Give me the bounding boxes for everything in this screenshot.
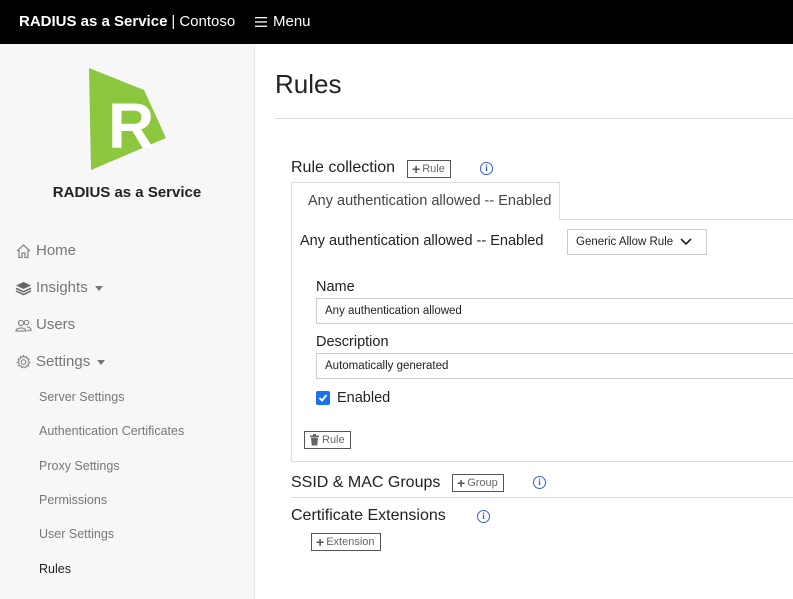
enabled-label[interactable]: Enabled	[337, 390, 390, 406]
settings-item-server-settings[interactable]: Server Settings	[39, 390, 124, 404]
home-icon	[16, 243, 31, 258]
menu-label: Menu	[273, 13, 311, 30]
nav-settings-label: Settings	[36, 353, 91, 370]
trash-icon	[310, 434, 319, 446]
delete-rule-button[interactable]: Rule	[304, 431, 351, 449]
delete-rule-label: Rule	[322, 434, 345, 446]
sidebar: R RADIUS as a Service Home Insights User…	[0, 44, 255, 599]
menu-button[interactable]: Menu	[255, 13, 311, 30]
info-icon[interactable]: i	[480, 162, 493, 175]
gear-icon	[16, 353, 31, 369]
ssid-mac-groups-heading: SSID & MAC Groups	[291, 474, 441, 491]
settings-item-proxy-settings[interactable]: Proxy Settings	[39, 459, 120, 473]
plus-icon: +	[412, 161, 421, 177]
rule-collection-heading: Rule collection	[291, 159, 396, 176]
layers-icon	[15, 281, 32, 295]
add-extension-label: Extension	[326, 536, 375, 548]
add-group-label: Group	[467, 477, 498, 489]
enabled-checkbox[interactable]	[316, 391, 330, 405]
divider	[291, 497, 793, 498]
description-field[interactable]	[316, 353, 793, 379]
divider	[275, 118, 793, 119]
brand-separator: |	[171, 13, 176, 30]
chevron-down-icon	[94, 285, 103, 291]
settings-item-permissions[interactable]: Permissions	[39, 493, 107, 507]
check-icon	[318, 394, 328, 402]
nav-home[interactable]: Home	[15, 242, 76, 259]
tab-divider	[560, 219, 793, 220]
tab-rule[interactable]: Any authentication allowed -- Enabled	[291, 182, 560, 220]
certificate-extensions-heading: Certificate Extensions	[291, 507, 446, 524]
hamburger-icon	[255, 16, 267, 27]
top-navbar: RADIUS as a Service | Contoso Menu	[0, 0, 793, 44]
nav-insights-label: Insights	[36, 279, 88, 296]
add-group-button[interactable]: + Group	[452, 474, 504, 492]
name-label: Name	[316, 279, 355, 295]
logo-letter: R	[108, 90, 154, 162]
rule-type-select[interactable]: Generic Allow Rule	[567, 229, 707, 255]
settings-item-rules[interactable]: Rules	[39, 562, 71, 576]
add-extension-button[interactable]: + Extension	[311, 533, 381, 551]
nav-home-label: Home	[36, 242, 77, 259]
radius-logo: R	[89, 68, 166, 170]
description-label: Description	[316, 334, 389, 350]
info-icon[interactable]: i	[533, 476, 546, 489]
chevron-down-icon	[680, 238, 692, 246]
plus-icon: +	[457, 475, 466, 491]
nav-settings[interactable]: Settings	[15, 353, 106, 370]
sidebar-title: RADIUS as a Service	[52, 184, 202, 201]
brand[interactable]: RADIUS as a Service | Contoso	[19, 13, 235, 30]
page-title: Rules	[275, 69, 342, 99]
settings-item-user-settings[interactable]: User Settings	[39, 527, 114, 541]
plus-icon: +	[316, 534, 325, 550]
add-rule-button[interactable]: + Rule	[407, 160, 451, 178]
chevron-down-icon	[97, 359, 106, 365]
rule-title: Any authentication allowed -- Enabled	[300, 233, 544, 249]
nav-users-label: Users	[36, 316, 76, 333]
name-field[interactable]	[316, 298, 793, 324]
users-icon	[15, 319, 32, 332]
brand-organization: Contoso	[179, 13, 236, 30]
settings-item-authentication-certificates[interactable]: Authentication Certificates	[39, 424, 184, 438]
nav-insights[interactable]: Insights	[15, 279, 103, 296]
info-icon[interactable]: i	[477, 510, 490, 523]
brand-name: RADIUS as a Service	[19, 13, 168, 30]
nav-users[interactable]: Users	[15, 316, 75, 333]
add-rule-label: Rule	[422, 163, 445, 175]
rule-type-value: Generic Allow Rule	[576, 236, 674, 248]
